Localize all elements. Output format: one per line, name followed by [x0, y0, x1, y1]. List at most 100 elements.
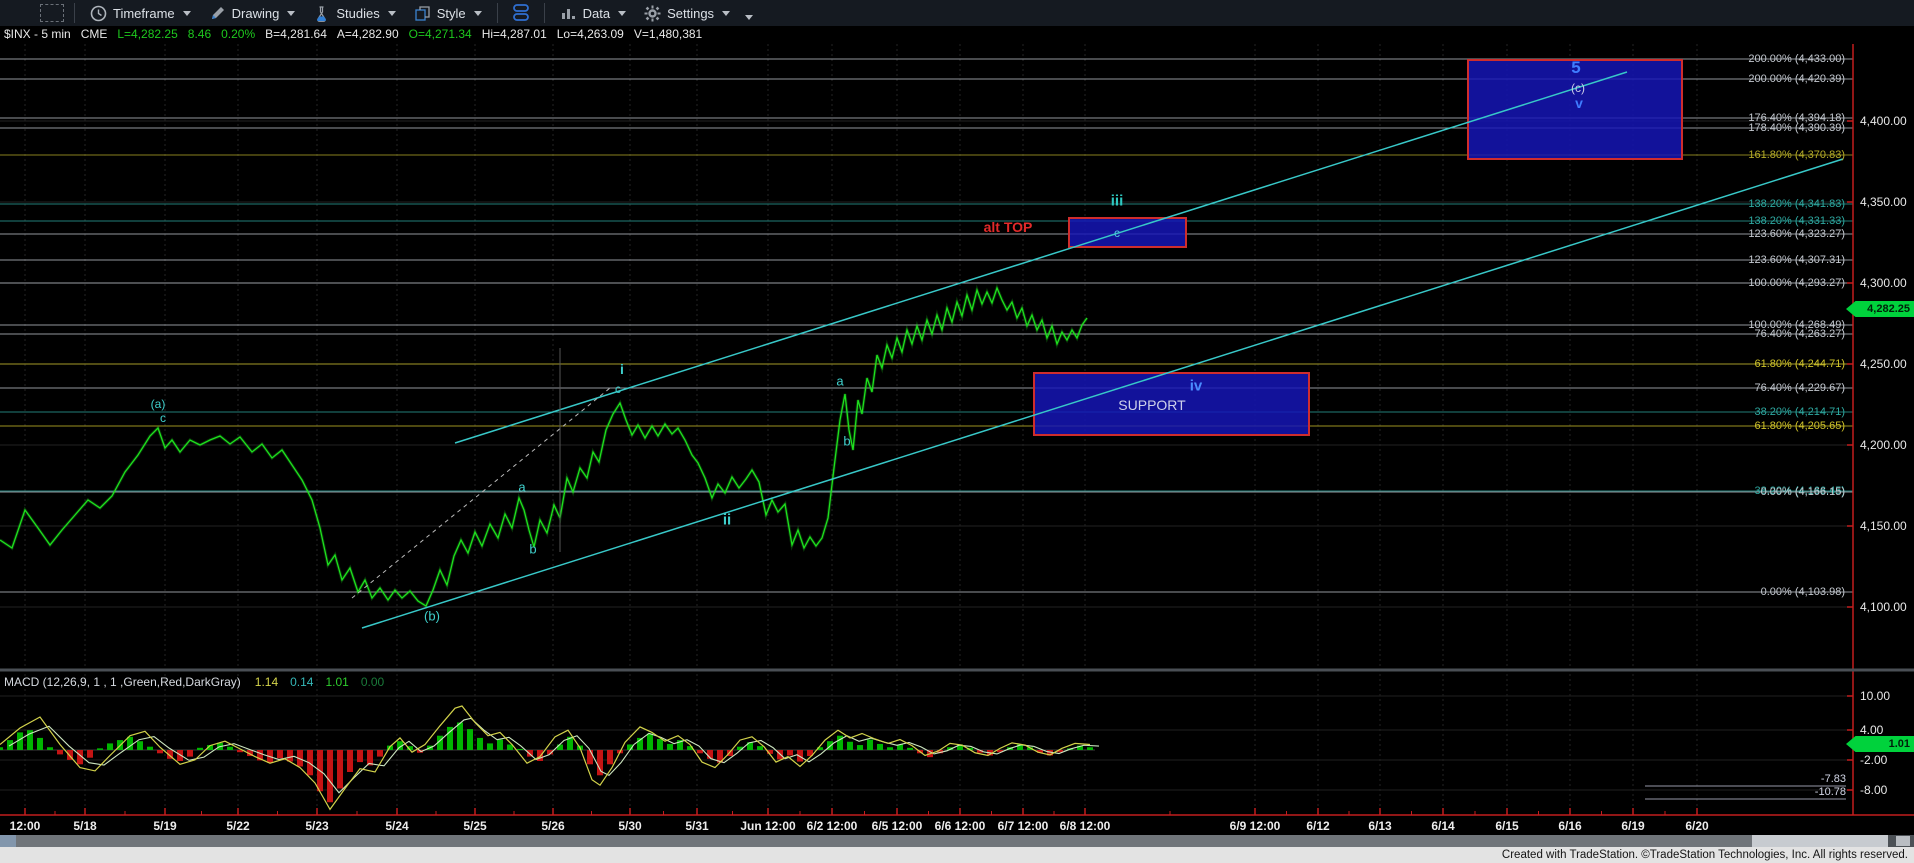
- elliott-wave-label: b: [529, 542, 536, 557]
- time-axis-label[interactable]: 6/5 12:00: [872, 819, 923, 833]
- toolbar-separator: [74, 3, 75, 23]
- macd-level-label: -10.78: [1815, 786, 1846, 798]
- symbol-field: O=4,271.34: [409, 27, 472, 41]
- time-axis-label[interactable]: 6/14: [1431, 819, 1454, 833]
- elliott-wave-label: a: [518, 480, 525, 495]
- elliott-wave-label: c: [1114, 226, 1120, 240]
- clock-icon: [90, 5, 107, 22]
- fib-level-label: 123.60% (4,323.27): [1748, 228, 1845, 240]
- macd-header-text: MACD (12,26,9, 1 , 1 ,Green,Red,DarkGray…: [4, 675, 241, 689]
- chevron-down-icon: [618, 11, 626, 16]
- time-axis-label[interactable]: 6/13: [1368, 819, 1391, 833]
- elliott-wave-label: a: [836, 374, 843, 389]
- fib-level-label: 76.40% (4,229.67): [1754, 382, 1845, 394]
- elliott-wave-label: (b): [424, 609, 440, 624]
- chevron-down-icon: [474, 11, 482, 16]
- fib-level-label: 178.40% (4,390.39): [1748, 122, 1845, 134]
- time-axis-label[interactable]: 12:00: [10, 819, 41, 833]
- price-axis-label: 4,250.00: [1860, 357, 1907, 371]
- fib-level-label: 61.80% (4,205.65): [1754, 420, 1845, 432]
- time-axis-label[interactable]: 5/23: [305, 819, 328, 833]
- chevron-down-icon: [722, 11, 730, 16]
- time-axis-label[interactable]: 5/25: [463, 819, 486, 833]
- alt-top-box[interactable]: [1068, 217, 1187, 248]
- elliott-wave-label: ii: [723, 512, 731, 529]
- elliott-wave-label: 5: [1571, 58, 1580, 78]
- settings-button[interactable]: Settings: [635, 0, 739, 26]
- price-axis-label: 4,100.00: [1860, 600, 1907, 614]
- macd-study-header[interactable]: MACD (12,26,9, 1 , 1 ,Green,Red,DarkGray…: [4, 675, 396, 689]
- macd-axis-label: 10.00: [1860, 689, 1890, 703]
- copyright-text: Created with TradeStation. ©TradeStation…: [1502, 849, 1908, 861]
- macd-values: 1.140.141.010.00: [255, 675, 396, 689]
- horizontal-scrollbar[interactable]: [0, 835, 1914, 847]
- price-axis-label: 4,200.00: [1860, 438, 1907, 452]
- price-axis-label: 4,400.00: [1860, 114, 1907, 128]
- time-axis-label[interactable]: 5/24: [385, 819, 408, 833]
- data-button[interactable]: Data: [551, 0, 635, 26]
- time-axis-label[interactable]: 6/6 12:00: [935, 819, 986, 833]
- symbol-field: B=4,281.64: [265, 27, 327, 41]
- studies-button[interactable]: Studies: [304, 0, 404, 26]
- fib-level-label: 138.20% (4,331.33): [1748, 215, 1845, 227]
- timeframe-button[interactable]: Timeframe: [81, 0, 200, 26]
- chevron-down-icon: [287, 11, 295, 16]
- time-axis-label[interactable]: 6/16: [1558, 819, 1581, 833]
- time-axis-label[interactable]: 6/9 12:00: [1230, 819, 1281, 833]
- support-box-label: SUPPORT: [1118, 397, 1185, 413]
- symbol-field: CME: [81, 27, 108, 41]
- time-axis-label[interactable]: 6/20: [1685, 819, 1708, 833]
- layers-icon: [510, 3, 532, 23]
- elliott-wave-label: iii: [1111, 193, 1124, 210]
- symbol-field: 0.20%: [221, 27, 255, 41]
- data-label: Data: [583, 6, 610, 21]
- time-axis-label[interactable]: 5/19: [153, 819, 176, 833]
- style-button[interactable]: Style: [405, 0, 491, 26]
- time-axis-label[interactable]: 5/26: [541, 819, 564, 833]
- scrollbar-thumb[interactable]: [1752, 835, 1888, 847]
- layers-button[interactable]: [504, 0, 538, 26]
- last-price-badge: 4,282.25: [1846, 301, 1914, 317]
- time-axis-label[interactable]: 5/18: [73, 819, 96, 833]
- toolbar-separator: [497, 3, 498, 23]
- scrollbar-end-button[interactable]: [1896, 836, 1910, 846]
- time-axis-label[interactable]: 6/2 12:00: [807, 819, 858, 833]
- time-axis-label[interactable]: 5/30: [618, 819, 641, 833]
- fib-level-label: 61.80% (4,244.71): [1754, 358, 1845, 370]
- macd-axis-label: 4.00: [1860, 723, 1883, 737]
- price-axis-label: 4,300.00: [1860, 276, 1907, 290]
- fib-level-label: 138.20% (4,341.83): [1748, 198, 1845, 210]
- toolbar-overflow-button[interactable]: [739, 0, 757, 26]
- fib-level-label: 123.60% (4,307.31): [1748, 254, 1845, 266]
- macd-value: 1.14: [255, 675, 278, 689]
- time-axis-label[interactable]: 6/19: [1621, 819, 1644, 833]
- scrollbar-home-button[interactable]: [0, 835, 16, 847]
- gear-icon: [644, 5, 661, 22]
- elliott-wave-label: c: [160, 411, 166, 425]
- drawing-label: Drawing: [232, 6, 280, 21]
- fib-level-label: 0.00% (4,166.15): [1761, 486, 1845, 498]
- elliott-wave-label: i: [620, 361, 624, 377]
- time-axis-label[interactable]: 6/8 12:00: [1060, 819, 1111, 833]
- time-axis-label[interactable]: Jun 12:00: [740, 819, 795, 833]
- symbol-info-bar: $INX - 5 minCMEL=4,282.258.460.20%B=4,28…: [0, 26, 1914, 42]
- symbol-field: $INX - 5 min: [4, 27, 71, 41]
- time-axis-label[interactable]: 5/31: [685, 819, 708, 833]
- time-axis-label[interactable]: 6/12: [1306, 819, 1329, 833]
- drawing-button[interactable]: Drawing: [200, 0, 305, 26]
- toolbar: Timeframe Drawing Studies Style: [0, 0, 1914, 26]
- symbol-field: Lo=4,263.09: [557, 27, 624, 41]
- settings-label: Settings: [667, 6, 714, 21]
- elliott-wave-label: (c): [1571, 81, 1585, 95]
- selection-marquee-button[interactable]: [36, 0, 68, 26]
- macd-value: 1.01: [325, 675, 348, 689]
- toolbar-separator: [544, 3, 545, 23]
- chevron-down-icon: [183, 11, 191, 16]
- pencil-icon: [209, 5, 226, 22]
- time-axis-label[interactable]: 5/22: [226, 819, 249, 833]
- time-axis-label[interactable]: 6/7 12:00: [998, 819, 1049, 833]
- symbol-field: V=1,480,381: [634, 27, 702, 41]
- time-axis-label[interactable]: 6/15: [1495, 819, 1518, 833]
- price-axis-label: 4,350.00: [1860, 195, 1907, 209]
- marquee-icon: [40, 4, 64, 22]
